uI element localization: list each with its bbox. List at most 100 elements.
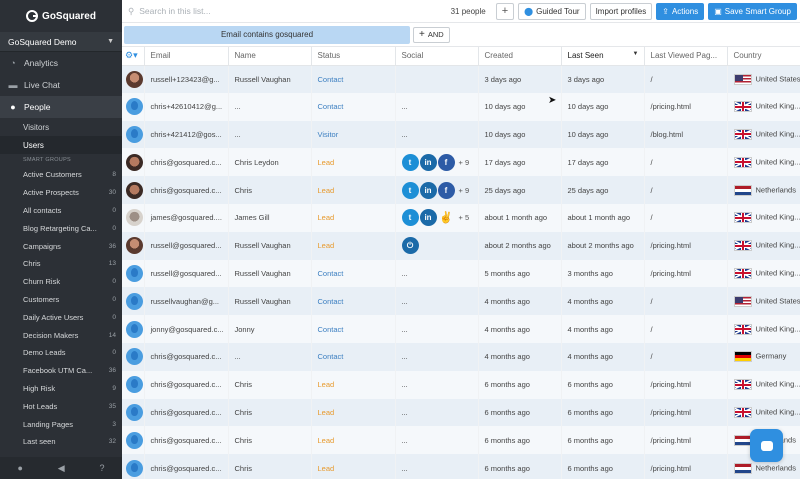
smart-group-item[interactable]: Chris 13 <box>0 255 122 273</box>
table-row[interactable]: russell@gosquared... Russell Vaughan Conta… <box>122 259 800 288</box>
smart-group-item[interactable]: Demo Leads 0 <box>0 344 122 362</box>
column-email[interactable]: Email <box>144 47 229 66</box>
country-cell: United King... <box>727 315 800 343</box>
email-cell: chris@gosquared.c... <box>144 148 229 177</box>
brand[interactable]: GoSquared <box>0 0 122 32</box>
name-cell: Chris <box>228 370 312 399</box>
people-table: ⚙▾ Email Name Status Social Created Last… <box>122 47 800 479</box>
linkedin-icon[interactable]: in <box>419 181 437 199</box>
smart-group-item[interactable]: Active Customers 8 <box>0 166 122 184</box>
column-country[interactable]: Country <box>727 47 800 66</box>
nav-people[interactable]: ● People <box>0 96 122 118</box>
table-row[interactable]: chris@gosquared.c...... Contact... 4 month… <box>122 342 800 371</box>
column-social[interactable]: Social <box>395 47 479 66</box>
add-button[interactable]: + <box>495 2 515 20</box>
smart-group-item[interactable]: High Risk 9 <box>0 380 122 398</box>
table-row[interactable]: chris+421412@gos...... Visitor... 10 days … <box>122 120 800 149</box>
table-row[interactable]: jonny@gosquared.c... Jonny Contact... 4 mon… <box>122 315 800 343</box>
smart-group-count: 0 <box>112 295 116 303</box>
table-row[interactable]: russell+123423@g... Russell Vaughan Contac… <box>122 65 800 93</box>
gb-flag-icon <box>733 323 752 335</box>
status-cell: Contact <box>311 259 396 288</box>
search-icon: ⚲ <box>128 5 135 16</box>
actions-button[interactable]: ⇪ Actions <box>656 2 705 20</box>
table-row[interactable]: chris@gosquared.c... Chris Lead... 6 months… <box>122 370 800 399</box>
country-cell: United States <box>727 287 800 315</box>
us-flag-icon <box>733 295 752 307</box>
country-name: United King... <box>755 157 800 167</box>
table-row[interactable]: russellvaughan@g... Russell Vaughan Contac… <box>122 287 800 316</box>
angellist-icon[interactable]: ✌ <box>438 209 455 226</box>
twitter-icon[interactable]: t <box>401 153 419 171</box>
smart-group-name: Customers <box>23 294 60 304</box>
linkedin-icon[interactable]: in <box>419 209 437 227</box>
facebook-icon[interactable]: f <box>437 181 455 199</box>
nav-analytics[interactable]: ◔ Analytics <box>0 52 122 74</box>
status-cell: Lead <box>311 370 396 399</box>
nav-visitors[interactable]: Visitors <box>0 118 122 136</box>
smart-group-item[interactable]: Churn Risk 0 <box>0 273 122 291</box>
created-cell: 25 days ago <box>478 176 562 204</box>
guided-tour-button[interactable]: ⬤ Guided Tour <box>518 2 586 20</box>
twitter-icon[interactable]: t <box>401 209 419 227</box>
smart-group-item[interactable]: Hot Leads 35 <box>0 397 122 415</box>
table-row[interactable]: james@gosquared.... James Gill Lead t in ✌ + 5… <box>122 203 800 232</box>
social-more: + 5 <box>458 213 470 223</box>
nav-users[interactable]: Users <box>0 136 122 154</box>
nav-live-chat[interactable]: ▬ Live Chat <box>0 74 122 96</box>
smart-group-item[interactable]: Facebook UTM Ca... 36 <box>0 362 122 380</box>
table-row[interactable]: chris@gosquared.c... Chris Lead t in f + 9 25 d… <box>122 176 800 204</box>
help-icon[interactable]: ? <box>100 463 105 473</box>
linkedin-icon[interactable]: in <box>419 153 437 171</box>
live-chat-launcher[interactable] <box>750 429 783 462</box>
search-input[interactable] <box>139 6 340 16</box>
last-seen-cell: 10 days ago <box>561 120 645 149</box>
save-smart-group-label: Save Smart Group <box>724 6 791 16</box>
smart-group-item[interactable]: Decision Makers 14 <box>0 326 122 344</box>
table-row[interactable]: chris@gosquared.c... Chris Lead... 6 months… <box>122 426 800 455</box>
power-icon[interactable]: ⏻ <box>401 237 419 255</box>
announcements-icon[interactable]: ◀ <box>58 463 65 474</box>
smart-group-item[interactable]: Active Prospects 30 <box>0 184 122 202</box>
table-row[interactable]: chris@gosquared.c... Chris Leydon Lead t in f… <box>122 148 800 177</box>
smart-group-item[interactable]: Customers 0 <box>0 291 122 309</box>
table-row[interactable]: chris@gosquared.c... Chris Lead... 6 months… <box>122 398 800 427</box>
column-last-seen[interactable]: Last Seen ▼ <box>561 47 645 66</box>
avatar <box>126 292 143 310</box>
nav-users-label: Users <box>23 140 44 150</box>
account-icon[interactable]: ● <box>17 463 22 473</box>
last-viewed-page-cell: / <box>644 176 728 204</box>
table-row[interactable]: russell@gosquared... Russell Vaughan Lead ⏻… <box>122 231 800 260</box>
country-cell: Netherlands <box>727 176 800 204</box>
avatar <box>126 181 143 199</box>
smart-group-item[interactable]: Last seen 32 <box>0 433 122 451</box>
table-row[interactable]: chris+42610412@g...... Contact... 10 days … <box>122 92 800 121</box>
status-cell: Contact <box>311 342 396 371</box>
column-status[interactable]: Status <box>311 47 396 66</box>
status-cell: Lead <box>311 454 396 479</box>
smart-group-item[interactable]: Campaigns 36 <box>0 237 122 255</box>
created-cell: 4 months ago <box>478 315 562 343</box>
table-row[interactable]: chris@gosquared.c... Chris Lead... 6 months… <box>122 454 800 479</box>
name-cell: ... <box>228 120 312 149</box>
project-selector[interactable]: GoSquared Demo ▼ <box>0 32 122 52</box>
import-profiles-button[interactable]: Import profiles <box>589 2 653 20</box>
twitter-icon[interactable]: t <box>401 181 419 199</box>
chevron-down-icon: ▼ <box>107 38 114 45</box>
save-smart-group-button[interactable]: ▣ Save Smart Group <box>708 2 797 20</box>
last-seen-cell: 25 days ago <box>561 176 645 204</box>
column-settings[interactable]: ⚙▾ <box>122 47 145 66</box>
smart-group-name: Campaigns <box>23 241 61 251</box>
column-name[interactable]: Name <box>228 47 312 66</box>
column-created[interactable]: Created <box>478 47 562 66</box>
and-filter-button[interactable]: + AND <box>413 26 450 43</box>
facebook-icon[interactable]: f <box>437 153 455 171</box>
column-last-viewed-page[interactable]: Last Viewed Pag... <box>644 47 728 66</box>
status-cell: Lead <box>311 203 396 232</box>
smart-group-item[interactable]: Daily Active Users 0 <box>0 308 122 326</box>
social-profiles: ⏻ <box>401 237 478 255</box>
smart-group-item[interactable]: All contacts 0 <box>0 202 122 220</box>
filter-chip[interactable]: Email contains gosquared <box>124 25 410 44</box>
smart-group-item[interactable]: Landing Pages 3 <box>0 415 122 433</box>
smart-group-item[interactable]: Blog Retargeting Ca... 0 <box>0 219 122 237</box>
